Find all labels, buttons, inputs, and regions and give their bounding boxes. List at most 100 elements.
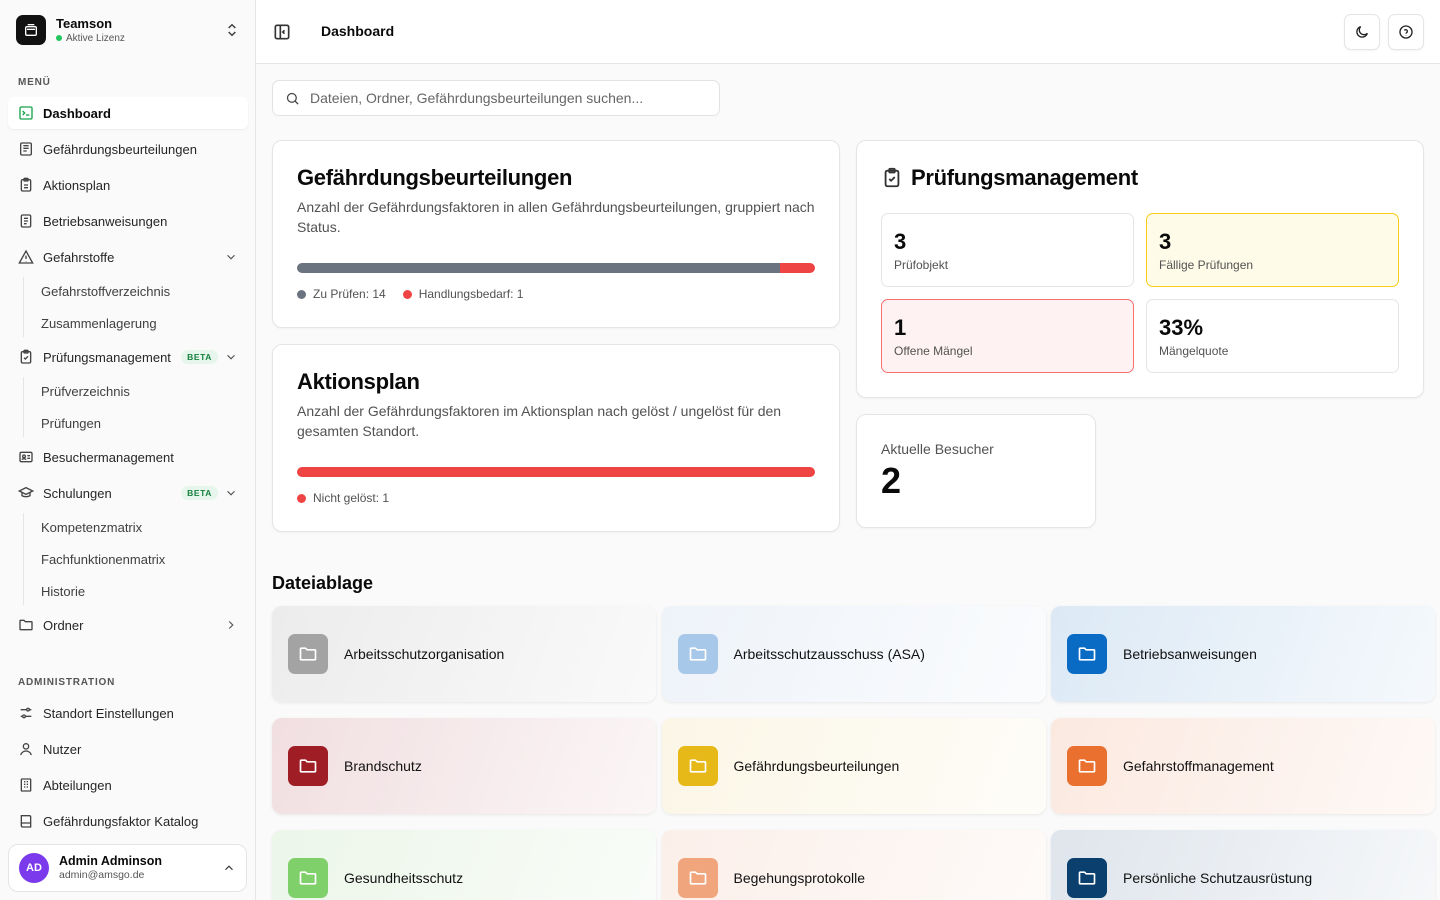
sidebar-item-gefaehrdungsbeurteilungen[interactable]: Gefährdungsbeurteilungen [8,133,248,165]
folder-tile[interactable]: Gefährdungsbeurteilungen [661,718,1046,814]
progress-segment [780,263,815,273]
chevrons-up-down-icon [228,23,236,37]
legend-dot [402,289,412,299]
submenu-gefahrstoffe: Gefahrstoffverzeichnis Zusammenlagerung [23,277,248,337]
main-nav: Dashboard Gefährdungsbeurteilungen Aktio… [8,97,248,645]
moon-icon [1356,26,1368,38]
sidebar-subitem-kompetenzmatrix[interactable]: Kompetenzmatrix [32,513,248,541]
folder-tile[interactable]: Arbeitsschutzausschuss (ASA) [661,606,1046,702]
sidebar-item-gefaehrdungsfaktor-katalog[interactable]: Gefährdungsfaktor Katalog [8,805,248,837]
sidebar-toggle-icon[interactable] [272,22,292,42]
card-title: Gefährdungsbeurteilungen [297,165,573,190]
sidebar-item-dashboard[interactable]: Dashboard [8,97,248,129]
clipboard-check-icon [884,167,900,188]
card-title: Prüfungsmanagement [911,165,1138,190]
sidebar-subitem-pruefverzeichnis[interactable]: Prüfverzeichnis [32,377,248,405]
chevron-down-icon [227,354,235,360]
search-icon [286,92,299,105]
stat-value: 3 [894,229,907,254]
team-logo-icon [16,15,46,45]
sidebar-item-pruefungsmanagement[interactable]: Prüfungsmanagement BETA [8,341,248,373]
visitors-count: 2 [881,460,902,501]
sidebar-item-gefahrstoffe[interactable]: Gefahrstoffe [8,241,248,273]
stat-value: 1 [894,315,907,340]
status-legend: Zu Prüfen: 14 Handlungsbedarf: 1 [297,287,815,301]
sidebar-item-aktionsplan[interactable]: Aktionsplan [8,169,248,201]
top-header: Dashboard [256,0,1440,64]
legend-item: Handlungsbedarf: 1 [402,287,524,301]
sidebar-subitem-historie[interactable]: Historie [32,577,248,605]
folder-name: Gefahrstoffmanagement [1123,758,1274,774]
license-label: Aktive Lizenz [66,32,125,44]
sliders-icon [20,707,32,719]
sidebar-item-label: Gefährdungsfaktor Katalog [43,813,199,829]
folder-tile[interactable]: Betriebsanweisungen [1051,606,1435,702]
legend-dot [297,289,306,299]
sidebar-item-label: Abteilungen [43,777,112,793]
newspaper-icon [20,142,32,156]
status-dot [56,35,62,41]
sidebar-item-nutzer[interactable]: Nutzer [8,733,248,765]
user-menu[interactable]: AD Admin Adminson admin@amsgo.de [8,844,247,892]
stat-maengelquote[interactable]: 33% Mängelquote [1146,299,1399,373]
status-legend: Nicht gelöst: 1 [297,491,815,505]
sidebar-item-label: Prüfungsmanagement [43,349,171,365]
folder-icon [677,634,718,674]
folder-name: Betriebsanweisungen [1123,646,1257,662]
beta-badge: BETA [181,486,218,500]
legend-label: Nicht gelöst: 1 [313,491,390,505]
progress-segment [297,467,815,477]
legend-dot [297,493,306,503]
theme-toggle-button[interactable] [1344,14,1380,50]
submenu-schulungen: Kompetenzmatrix Fachfunktionenmatrix His… [23,513,248,605]
sidebar-item-ordner[interactable]: Ordner [8,609,248,641]
visitors-card[interactable]: Aktuelle Besucher 2 [856,414,1096,528]
sidebar-item-standort-einstellungen[interactable]: Standort Einstellungen [8,697,248,729]
sidebar-item-label: Gefahrstoffe [43,249,115,265]
folder-tile[interactable]: Persönliche Schutzausrüstung [1051,830,1435,900]
building-icon [20,778,32,792]
sidebar-item-besuchermanagement[interactable]: Besuchermanagement [8,441,248,473]
avatar: AD [19,853,49,883]
folder-tile[interactable]: Brandschutz [272,718,656,814]
sidebar-subitem-fachfunktionenmatrix[interactable]: Fachfunktionenmatrix [32,545,248,573]
search-bar[interactable] [272,80,720,116]
license-status: Aktive Lizenz [56,32,224,45]
folder-tile[interactable]: Gefahrstoffmanagement [1051,718,1435,814]
folder-icon [1067,858,1107,898]
legend-item: Zu Prüfen: 14 [297,287,386,301]
legend-label: Zu Prüfen: 14 [313,287,386,301]
clipboard-check-icon [20,349,32,364]
book-icon [20,815,32,828]
chevron-down-icon [227,254,235,260]
sidebar-subitem-gefahrstoffverzeichnis[interactable]: Gefahrstoffverzeichnis [32,277,248,305]
stat-offene-maengel[interactable]: 1 Offene Mängel [881,299,1134,373]
sidebar-item-schulungen[interactable]: Schulungen BETA [8,477,248,509]
stat-value: 3 [1159,229,1172,254]
sidebar-subitem-zusammenlagerung[interactable]: Zusammenlagerung [32,309,248,337]
sidebar-subitem-pruefungen[interactable]: Prüfungen [32,409,248,437]
search-input[interactable] [310,90,707,106]
legend-item: Nicht gelöst: 1 [297,491,389,505]
folder-name: Persönliche Schutzausrüstung [1123,870,1313,886]
team-switcher[interactable]: Teamson Aktive Lizenz [8,8,248,52]
visitors-label: Aktuelle Besucher [881,441,994,457]
status-progress-bar [297,467,815,477]
pruefungsmanagement-card: Prüfungsmanagement 3 Prüfobjekt 3 Fällig… [856,140,1424,398]
stat-faellige-pruefungen[interactable]: 3 Fällige Prüfungen [1146,213,1399,287]
folder-name: Begehungsprotokolle [733,870,866,886]
stat-pruefobjekt[interactable]: 3 Prüfobjekt [881,213,1134,287]
stat-label: Prüfobjekt [894,258,949,272]
help-button[interactable] [1388,14,1424,50]
submenu-pruefungsmanagement: Prüfverzeichnis Prüfungen [23,377,248,437]
terminal-square-icon [19,106,33,120]
legend-label: Handlungsbedarf: 1 [418,287,524,301]
folder-icon [288,746,328,786]
folder-tile[interactable]: Begehungsprotokolle [661,830,1046,900]
folder-tile[interactable]: Arbeitsschutzorganisation [272,606,656,702]
sidebar-item-betriebsanweisungen[interactable]: Betriebsanweisungen [8,205,248,237]
graduation-cap-icon [18,486,34,498]
folder-tile[interactable]: Gesundheitsschutz [272,830,656,900]
sidebar-item-abteilungen[interactable]: Abteilungen [8,769,248,801]
file-text-icon [20,214,32,228]
